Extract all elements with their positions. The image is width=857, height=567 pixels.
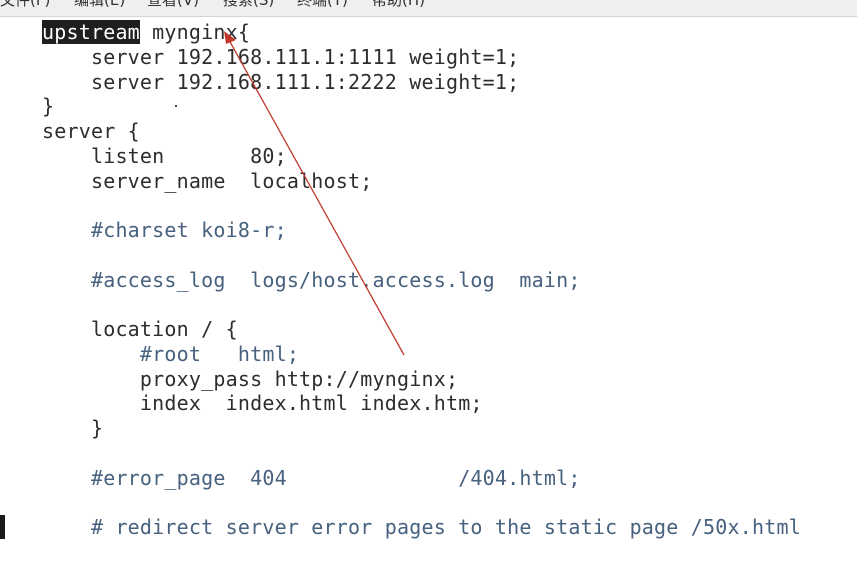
code-line-redirect-comment: # redirect server error pages to the sta… — [42, 515, 801, 539]
code-line-root-comment: #root html; — [42, 342, 300, 366]
menu-edit[interactable]: 编辑(E) — [74, 0, 125, 10]
code-line-upstream: upstream mynginx{ — [42, 20, 250, 45]
code-line-server-1: server 192.168.111.1:1111 weight=1; — [42, 45, 520, 69]
code-line-charset-comment: #charset koi8-r; — [42, 218, 287, 242]
menu-help[interactable]: 帮助(H) — [372, 0, 425, 10]
code-line-access-log-comment: #access_log logs/host.access.log main; — [42, 268, 581, 292]
code-line-index: index index.html index.htm; — [42, 391, 483, 415]
menu-search[interactable]: 搜索(S) — [223, 0, 274, 10]
terminal-text-area[interactable]: upstream mynginx{ server 192.168.111.1:1… — [0, 17, 857, 567]
code-line-error-page-comment: #error_page 404 /404.html; — [42, 466, 581, 490]
stray-dot — [175, 105, 177, 107]
code-line-listen: listen 80; — [42, 144, 287, 168]
code-line-server-name: server_name localhost; — [42, 169, 373, 193]
code-line-server-2: server 192.168.111.1:2222 weight=1; — [42, 70, 520, 94]
code-line-location: location / { — [42, 317, 238, 341]
code-line-proxy-pass: proxy_pass http://mynginx; — [42, 367, 459, 391]
text-cursor — [0, 515, 5, 539]
menu-bar: 文件(F) 编辑(E) 查看(V) 搜索(S) 终端(T) 帮助(H) — [0, 0, 857, 17]
terminal-window: 文件(F) 编辑(E) 查看(V) 搜索(S) 终端(T) 帮助(H) upst… — [0, 0, 857, 567]
selected-text: upstream — [42, 20, 140, 44]
menu-view[interactable]: 查看(V) — [147, 0, 199, 10]
menu-terminal[interactable]: 终端(T) — [297, 0, 348, 10]
menu-file[interactable]: 文件(F) — [0, 0, 50, 10]
code-line-location-close: } — [42, 416, 104, 440]
upstream-name: mynginx{ — [139, 20, 251, 44]
code-line-server-block: server { — [42, 119, 140, 143]
code-line-close-brace: } — [42, 94, 55, 118]
